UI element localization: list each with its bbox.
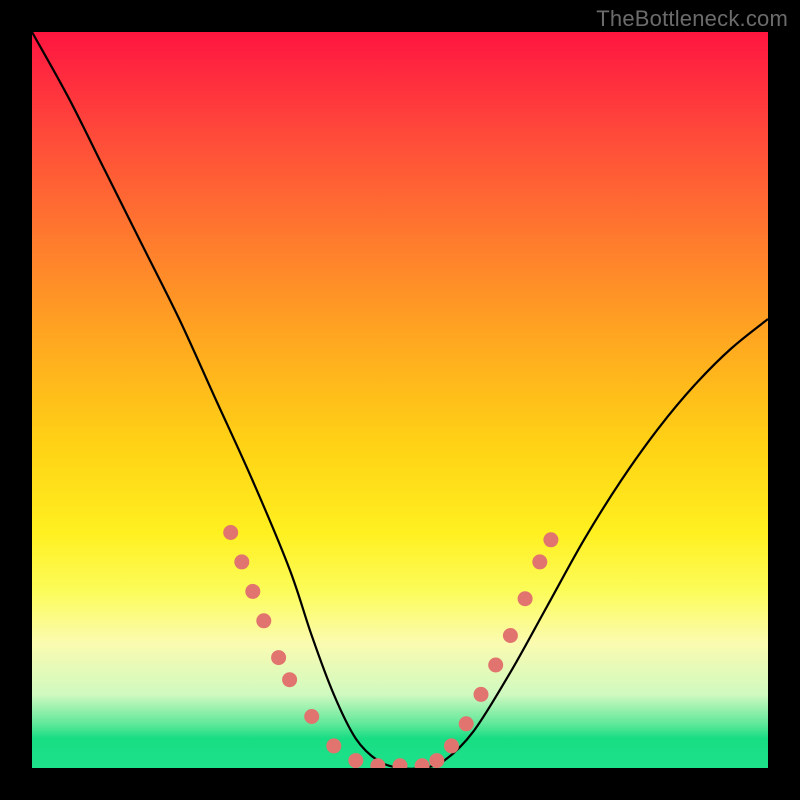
- marker-dot: [488, 658, 503, 673]
- marker-dot: [223, 525, 238, 540]
- marker-dot: [370, 758, 385, 768]
- marker-dot: [503, 628, 518, 643]
- marker-dot: [518, 591, 533, 606]
- marker-dot: [459, 716, 474, 731]
- plot-area: [32, 32, 768, 768]
- marker-dot: [415, 758, 430, 768]
- marker-dot: [271, 650, 286, 665]
- chart-frame: TheBottleneck.com: [0, 0, 800, 800]
- marker-dot: [234, 554, 249, 569]
- marker-dot: [532, 554, 547, 569]
- bottleneck-curve: [32, 32, 768, 768]
- highlight-dots: [223, 525, 558, 768]
- bottleneck-curve-svg: [32, 32, 768, 768]
- marker-dot: [393, 758, 408, 768]
- marker-dot: [474, 687, 489, 702]
- marker-dot: [444, 738, 459, 753]
- marker-dot: [282, 672, 297, 687]
- marker-dot: [543, 532, 558, 547]
- marker-dot: [304, 709, 319, 724]
- marker-dot: [429, 753, 444, 768]
- watermark-text: TheBottleneck.com: [596, 6, 788, 32]
- marker-dot: [256, 613, 271, 628]
- marker-dot: [245, 584, 260, 599]
- marker-dot: [348, 753, 363, 768]
- marker-dot: [326, 738, 341, 753]
